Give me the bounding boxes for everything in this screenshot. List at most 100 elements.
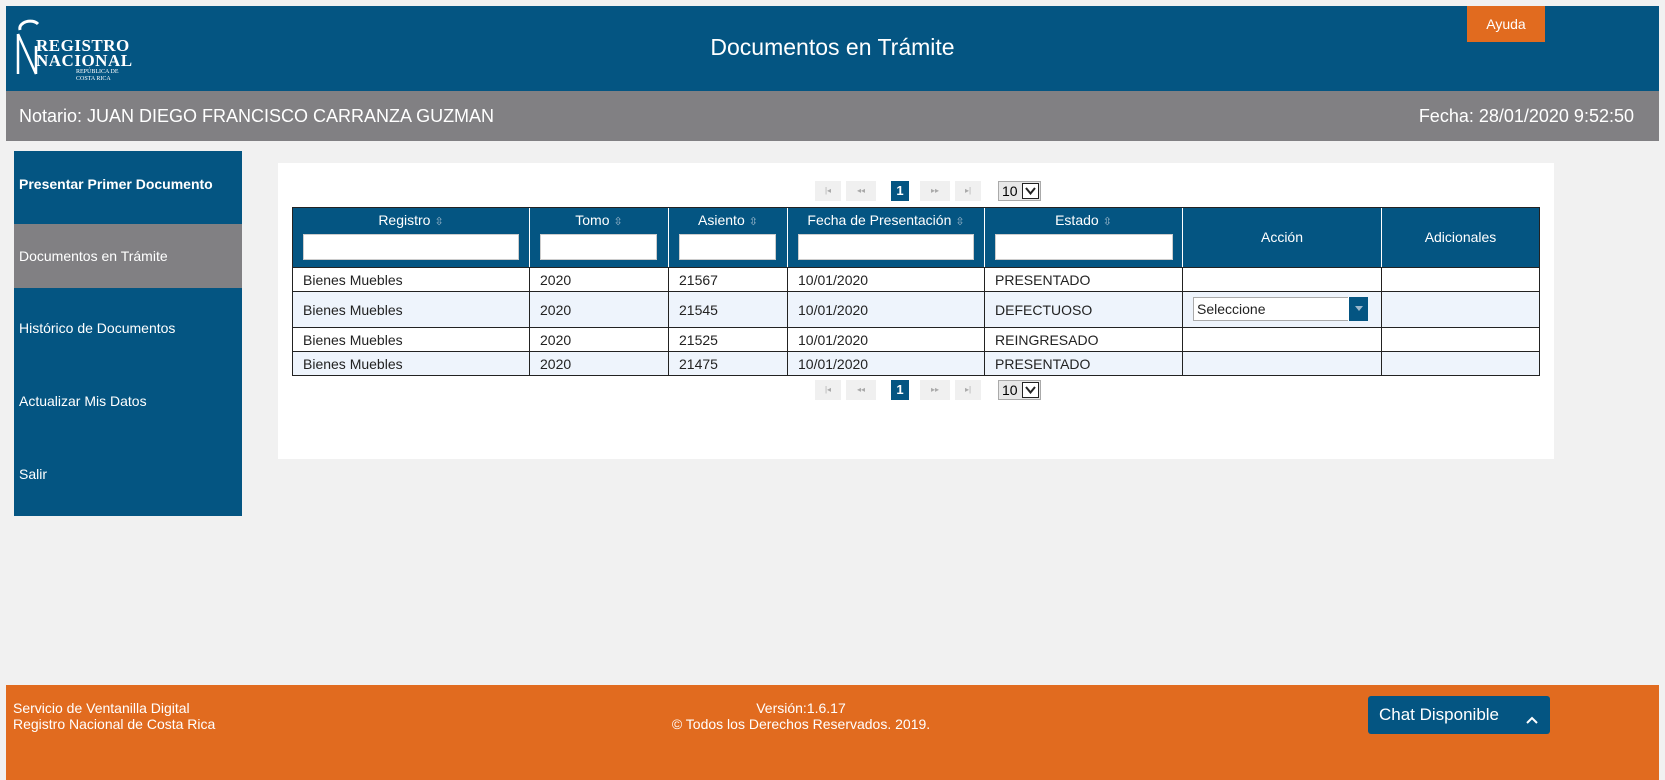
sidebar-item-presentar-primer-documento[interactable]: Presentar Primer Documento (14, 151, 242, 224)
sidebar-item-salir[interactable]: Salir (14, 434, 242, 507)
app-frame: REGISTRO NACIONAL REPÚBLICA DE COSTA RIC… (6, 6, 1659, 780)
next-page-button[interactable]: ▸▸ (920, 181, 950, 201)
sidebar-item-actualizar-mis-datos[interactable]: Actualizar Mis Datos (14, 361, 242, 434)
chat-label: Chat Disponible (1379, 705, 1500, 724)
current-date: Fecha: 28/01/2020 9:52:50 (1418, 106, 1634, 126)
cell-fecha: 10/01/2020 (788, 268, 985, 291)
cell-tomo: 2020 (530, 292, 669, 327)
column-label-accion: Acción (1260, 229, 1304, 245)
notary-name: Notario: JUAN DIEGO FRANCISCO CARRANZA G… (19, 106, 495, 126)
sort-icon[interactable]: ⇳ (434, 216, 443, 228)
cell-fecha: 10/01/2020 (788, 352, 985, 375)
cell-registro: Bienes Muebles (293, 328, 530, 351)
cell-estado: PRESENTADO (985, 268, 1183, 291)
footer: Servicio de Ventanilla Digital Registro … (6, 685, 1659, 780)
action-dropdown[interactable]: Seleccione (1193, 297, 1368, 321)
cell-tomo: 2020 (530, 352, 669, 375)
cell-estado: REINGRESADO (985, 328, 1183, 351)
cell-adicionales (1382, 352, 1539, 375)
last-page-button[interactable]: ▸| (955, 181, 981, 201)
cell-adicionales (1382, 292, 1539, 327)
column-header-accion: Acción (1183, 208, 1382, 267)
column-label-registro: Registro (378, 212, 431, 228)
action-dropdown-value: Seleccione (1197, 301, 1266, 317)
filter-input-estado[interactable] (995, 234, 1173, 260)
sidebar-item-historico-de-documentos[interactable]: Histórico de Documentos (14, 288, 242, 361)
table-row: Bienes Muebles 2020 21525 10/01/2020 REI… (293, 327, 1539, 351)
header: REGISTRO NACIONAL REPÚBLICA DE COSTA RIC… (6, 6, 1659, 91)
page-title: Documentos en Trámite (710, 34, 955, 60)
cell-adicionales (1382, 328, 1539, 351)
logo-text-costa-rica: COSTA RICA (76, 76, 111, 82)
sidebar-menu: Presentar Primer Documento Documentos en… (14, 151, 242, 516)
rows-per-page-value: 10 (1002, 382, 1018, 398)
dropdown-arrow-icon[interactable] (1348, 297, 1368, 321)
cell-estado: PRESENTADO (985, 352, 1183, 375)
filter-input-tomo[interactable] (540, 234, 657, 260)
filter-input-fecha[interactable] (798, 234, 974, 260)
cell-registro: Bienes Muebles (293, 352, 530, 375)
table-header: Registro ⇳ Tomo ⇳ Asiento ⇳ Fecha de Presen… (293, 208, 1539, 267)
cell-asiento: 21475 (669, 352, 788, 375)
cell-adicionales (1382, 268, 1539, 291)
cell-tomo: 2020 (530, 268, 669, 291)
rows-per-page-select[interactable]: 10 (998, 380, 1041, 400)
cell-accion: Seleccione (1183, 292, 1382, 327)
last-page-button[interactable]: ▸| (955, 380, 981, 400)
prev-page-button[interactable]: ◂◂ (846, 380, 876, 400)
footer-version: Versión:1.6.17 (756, 700, 846, 716)
page-number-button[interactable]: 1 (891, 181, 909, 201)
column-label-fecha: Fecha de Presentación (807, 212, 952, 228)
table-row: Bienes Muebles 2020 21545 10/01/2020 DEF… (293, 291, 1539, 327)
column-header-tomo[interactable]: Tomo ⇳ (530, 208, 669, 267)
top-paginator: |◂ ◂◂ 1 ▸▸ ▸| 10 (815, 181, 1055, 201)
cell-registro: Bienes Muebles (293, 292, 530, 327)
cell-accion (1183, 328, 1382, 351)
table-row: Bienes Muebles 2020 21475 10/01/2020 PRE… (293, 351, 1539, 375)
first-page-button[interactable]: |◂ (815, 181, 841, 201)
cell-fecha: 10/01/2020 (788, 328, 985, 351)
cell-fecha: 10/01/2020 (788, 292, 985, 327)
sort-icon[interactable]: ⇳ (955, 216, 964, 228)
cell-asiento: 21567 (669, 268, 788, 291)
page-number-button[interactable]: 1 (891, 380, 909, 400)
prev-page-button[interactable]: ◂◂ (846, 181, 876, 201)
logo-text-republica: REPÚBLICA DE (76, 69, 119, 75)
column-header-estado[interactable]: Estado ⇳ (985, 208, 1183, 267)
filter-input-registro[interactable] (303, 234, 519, 260)
table-row: Bienes Muebles 2020 21567 10/01/2020 PRE… (293, 267, 1539, 291)
cell-accion (1183, 268, 1382, 291)
chevron-down-icon (1022, 382, 1039, 398)
cell-estado: DEFECTUOSO (985, 292, 1183, 327)
column-header-adicionales: Adicionales (1382, 208, 1539, 267)
column-header-fecha-de-presentacion[interactable]: Fecha de Presentación ⇳ (788, 208, 985, 267)
cell-accion (1183, 352, 1382, 375)
first-page-button[interactable]: |◂ (815, 380, 841, 400)
chevron-down-icon (1022, 183, 1039, 199)
documents-panel: |◂ ◂◂ 1 ▸▸ ▸| 10 Registro ⇳ Tomo ⇳ Asien… (278, 163, 1554, 459)
bottom-paginator: |◂ ◂◂ 1 ▸▸ ▸| 10 (815, 380, 1055, 400)
cell-tomo: 2020 (530, 328, 669, 351)
cell-asiento: 21525 (669, 328, 788, 351)
column-label-estado: Estado (1055, 212, 1099, 228)
chevron-up-icon (1526, 709, 1538, 729)
help-button[interactable]: Ayuda (1467, 6, 1545, 42)
cell-registro: Bienes Muebles (293, 268, 530, 291)
cell-asiento: 21545 (669, 292, 788, 327)
next-page-button[interactable]: ▸▸ (920, 380, 950, 400)
filter-input-asiento[interactable] (679, 234, 776, 260)
sort-icon[interactable]: ⇳ (614, 216, 623, 228)
column-label-asiento: Asiento (698, 212, 745, 228)
column-header-asiento[interactable]: Asiento ⇳ (669, 208, 788, 267)
rows-per-page-value: 10 (1002, 183, 1018, 199)
sort-icon[interactable]: ⇳ (1103, 216, 1112, 228)
footer-copyright: © Todos los Derechos Reservados. 2019. (671, 716, 931, 732)
sidebar-item-documentos-en-tramite[interactable]: Documentos en Trámite (14, 224, 242, 288)
sort-icon[interactable]: ⇳ (749, 216, 758, 228)
rows-per-page-select[interactable]: 10 (998, 181, 1041, 201)
column-header-registro[interactable]: Registro ⇳ (293, 208, 530, 267)
user-info-bar: Notario: JUAN DIEGO FRANCISCO CARRANZA G… (6, 91, 1659, 141)
column-label-adicionales: Adicionales (1424, 229, 1497, 245)
documents-table: Registro ⇳ Tomo ⇳ Asiento ⇳ Fecha de Presen… (292, 207, 1540, 376)
chat-widget-button[interactable]: Chat Disponible (1368, 696, 1550, 734)
